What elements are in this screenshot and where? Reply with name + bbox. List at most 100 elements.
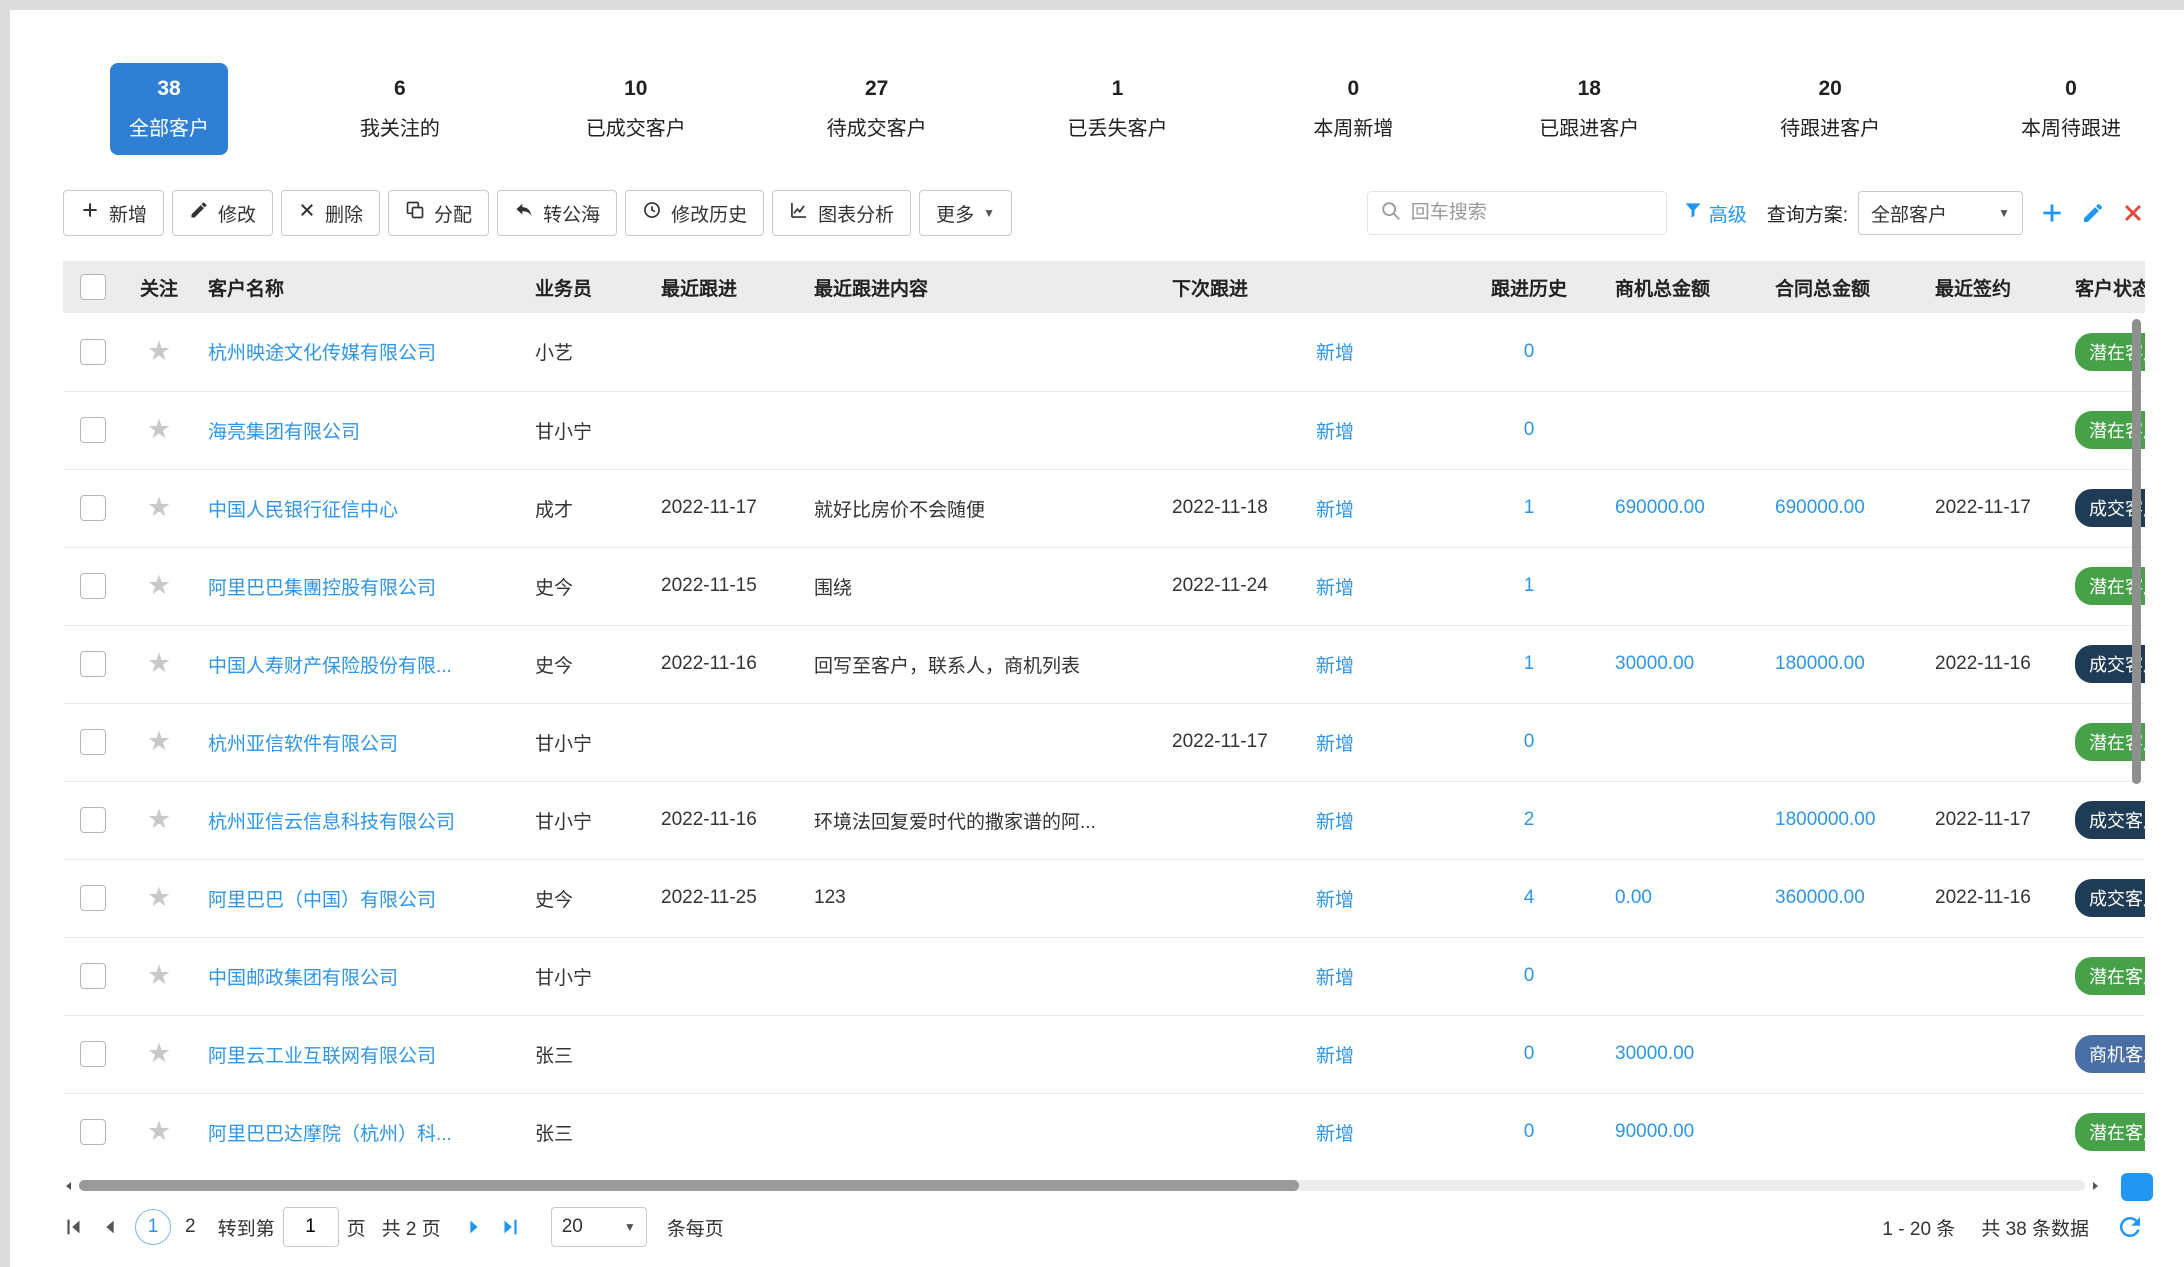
last-page-button[interactable] <box>499 1216 521 1238</box>
stat-tab-all-customers[interactable]: 38 全部客户 <box>110 63 228 155</box>
opportunity-amount-link[interactable]: 90000.00 <box>1615 1121 1694 1142</box>
contract-amount-link[interactable]: 690000.00 <box>1775 497 1865 518</box>
row-checkbox[interactable] <box>80 495 106 521</box>
delete-button[interactable]: 删除 <box>281 190 380 236</box>
contract-amount-link[interactable]: 1800000.00 <box>1775 809 1875 830</box>
stat-tab-closed-customers[interactable]: 10 已成交客户 <box>572 63 700 155</box>
add-followup-link[interactable]: 新增 <box>1316 1124 1354 1145</box>
star-icon[interactable]: ★ <box>147 726 171 756</box>
first-page-button[interactable] <box>63 1216 85 1238</box>
customer-name-link[interactable]: 杭州亚信软件有限公司 <box>208 734 398 755</box>
table-row[interactable]: ★ 中国邮政集团有限公司 甘小宁 新增 0 潜在客户 <box>63 937 2145 1015</box>
star-icon[interactable]: ★ <box>147 1116 171 1146</box>
add-followup-link[interactable]: 新增 <box>1316 734 1354 755</box>
stat-tab-lost-customers[interactable]: 1 已丢失客户 <box>1054 63 1182 155</box>
customer-name-link[interactable]: 杭州亚信云信息科技有限公司 <box>208 812 455 833</box>
advanced-filter-button[interactable]: 高级 <box>1683 200 1747 227</box>
followup-history-link[interactable]: 4 <box>1524 887 1535 908</box>
table-row[interactable]: ★ 阿里巴巴达摩院（杭州）科... 张三 新增 0 90000.00 潜在客户 <box>63 1093 2145 1171</box>
page-size-select[interactable]: 20 ▼ <box>551 1207 647 1247</box>
opportunity-amount-link[interactable]: 30000.00 <box>1615 1043 1694 1064</box>
table-row[interactable]: ★ 杭州映途文化传媒有限公司 小艺 新增 0 潜在客户 <box>63 313 2145 391</box>
opportunity-amount-link[interactable]: 30000.00 <box>1615 653 1694 674</box>
star-icon[interactable]: ★ <box>147 1038 171 1068</box>
star-icon[interactable]: ★ <box>147 882 171 912</box>
table-row[interactable]: ★ 中国人寿财产保险股份有限... 史今 2022-11-16 回写至客户，联系… <box>63 625 2145 703</box>
stat-tab-followed-customers[interactable]: 18 已跟进客户 <box>1525 63 1653 155</box>
customer-name-link[interactable]: 杭州映途文化传媒有限公司 <box>208 343 436 364</box>
row-checkbox[interactable] <box>80 339 106 365</box>
row-checkbox[interactable] <box>80 417 106 443</box>
assign-button[interactable]: 分配 <box>388 190 489 236</box>
followup-history-link[interactable]: 2 <box>1524 809 1535 830</box>
search-input[interactable] <box>1411 202 1641 224</box>
stat-tab-to-follow-customers[interactable]: 20 待跟进客户 <box>1766 63 1894 155</box>
star-icon[interactable]: ★ <box>147 336 171 366</box>
followup-history-link[interactable]: 0 <box>1524 1121 1535 1142</box>
horizontal-scrollbar-thumb[interactable] <box>79 1180 1299 1191</box>
row-checkbox[interactable] <box>80 885 106 911</box>
to-public-pool-button[interactable]: 转公海 <box>497 190 617 236</box>
table-row[interactable]: ★ 杭州亚信软件有限公司 甘小宁 2022-11-17 新增 0 潜在客户 <box>63 703 2145 781</box>
opportunity-amount-link[interactable]: 0.00 <box>1615 887 1652 908</box>
customer-name-link[interactable]: 海亮集团有限公司 <box>208 422 360 443</box>
row-checkbox[interactable] <box>80 1041 106 1067</box>
followup-history-link[interactable]: 1 <box>1524 575 1535 596</box>
page-1-button[interactable]: 1 <box>135 1209 171 1245</box>
add-scheme-button[interactable] <box>2039 200 2065 226</box>
corner-button[interactable] <box>2121 1173 2153 1201</box>
stat-tab-pending-customers[interactable]: 27 待成交客户 <box>813 63 941 155</box>
add-button[interactable]: 新增 <box>63 190 164 236</box>
row-checkbox[interactable] <box>80 807 106 833</box>
star-icon[interactable]: ★ <box>147 648 171 678</box>
table-row[interactable]: ★ 阿里巴巴集團控股有限公司 史今 2022-11-15 围绕 2022-11-… <box>63 547 2145 625</box>
customer-name-link[interactable]: 中国人民银行征信中心 <box>208 500 398 521</box>
followup-history-link[interactable]: 1 <box>1524 653 1535 674</box>
prev-page-button[interactable] <box>99 1216 121 1238</box>
more-button[interactable]: 更多 ▼ <box>919 190 1012 236</box>
star-icon[interactable]: ★ <box>147 804 171 834</box>
followup-history-link[interactable]: 0 <box>1524 965 1535 986</box>
followup-history-link[interactable]: 0 <box>1524 419 1535 440</box>
contract-amount-link[interactable]: 180000.00 <box>1775 653 1865 674</box>
followup-history-link[interactable]: 0 <box>1524 1043 1535 1064</box>
page-2-button[interactable]: 2 <box>177 1216 204 1238</box>
table-row[interactable]: ★ 海亮集团有限公司 甘小宁 新增 0 潜在客户 <box>63 391 2145 469</box>
add-followup-link[interactable]: 新增 <box>1316 1046 1354 1067</box>
vertical-scrollbar-thumb[interactable] <box>2132 319 2141 784</box>
table-row[interactable]: ★ 中国人民银行征信中心 成才 2022-11-17 就好比房价不会随便 202… <box>63 469 2145 547</box>
followup-history-link[interactable]: 0 <box>1524 341 1535 362</box>
row-checkbox[interactable] <box>80 1119 106 1145</box>
stat-tab-my-followed[interactable]: 6 我关注的 <box>341 63 459 155</box>
chart-analysis-button[interactable]: 图表分析 <box>772 190 911 236</box>
add-followup-link[interactable]: 新增 <box>1316 656 1354 677</box>
goto-page-input[interactable] <box>283 1207 339 1247</box>
edit-history-button[interactable]: 修改历史 <box>625 190 764 236</box>
table-row[interactable]: ★ 阿里巴巴（中国）有限公司 史今 2022-11-25 123 新增 4 0.… <box>63 859 2145 937</box>
stat-tab-new-this-week[interactable]: 0 本周新增 <box>1294 63 1412 155</box>
row-checkbox[interactable] <box>80 651 106 677</box>
add-followup-link[interactable]: 新增 <box>1316 890 1354 911</box>
scheme-select[interactable]: 全部客户 ▼ <box>1858 191 2023 235</box>
add-followup-link[interactable]: 新增 <box>1316 812 1354 833</box>
star-icon[interactable]: ★ <box>147 570 171 600</box>
add-followup-link[interactable]: 新增 <box>1316 500 1354 521</box>
scroll-left-arrow-icon[interactable] <box>63 1179 75 1197</box>
table-row[interactable]: ★ 阿里云工业互联网有限公司 张三 新增 0 30000.00 商机客户 <box>63 1015 2145 1093</box>
add-followup-link[interactable]: 新增 <box>1316 968 1354 989</box>
refresh-button[interactable] <box>2115 1212 2145 1242</box>
opportunity-amount-link[interactable]: 690000.00 <box>1615 497 1705 518</box>
customer-name-link[interactable]: 阿里巴巴达摩院（杭州）科... <box>208 1124 452 1145</box>
row-checkbox[interactable] <box>80 573 106 599</box>
row-checkbox[interactable] <box>80 963 106 989</box>
scroll-right-arrow-icon[interactable] <box>2089 1179 2101 1197</box>
next-page-button[interactable] <box>463 1216 485 1238</box>
customer-name-link[interactable]: 中国人寿财产保险股份有限... <box>208 656 452 677</box>
star-icon[interactable]: ★ <box>147 414 171 444</box>
customer-name-link[interactable]: 阿里巴巴（中国）有限公司 <box>208 890 436 911</box>
star-icon[interactable]: ★ <box>147 960 171 990</box>
table-row[interactable]: ★ 杭州亚信云信息科技有限公司 甘小宁 2022-11-16 环境法回复爱时代的… <box>63 781 2145 859</box>
add-followup-link[interactable]: 新增 <box>1316 578 1354 599</box>
delete-scheme-button[interactable] <box>2121 201 2145 225</box>
edit-button[interactable]: 修改 <box>172 190 273 236</box>
